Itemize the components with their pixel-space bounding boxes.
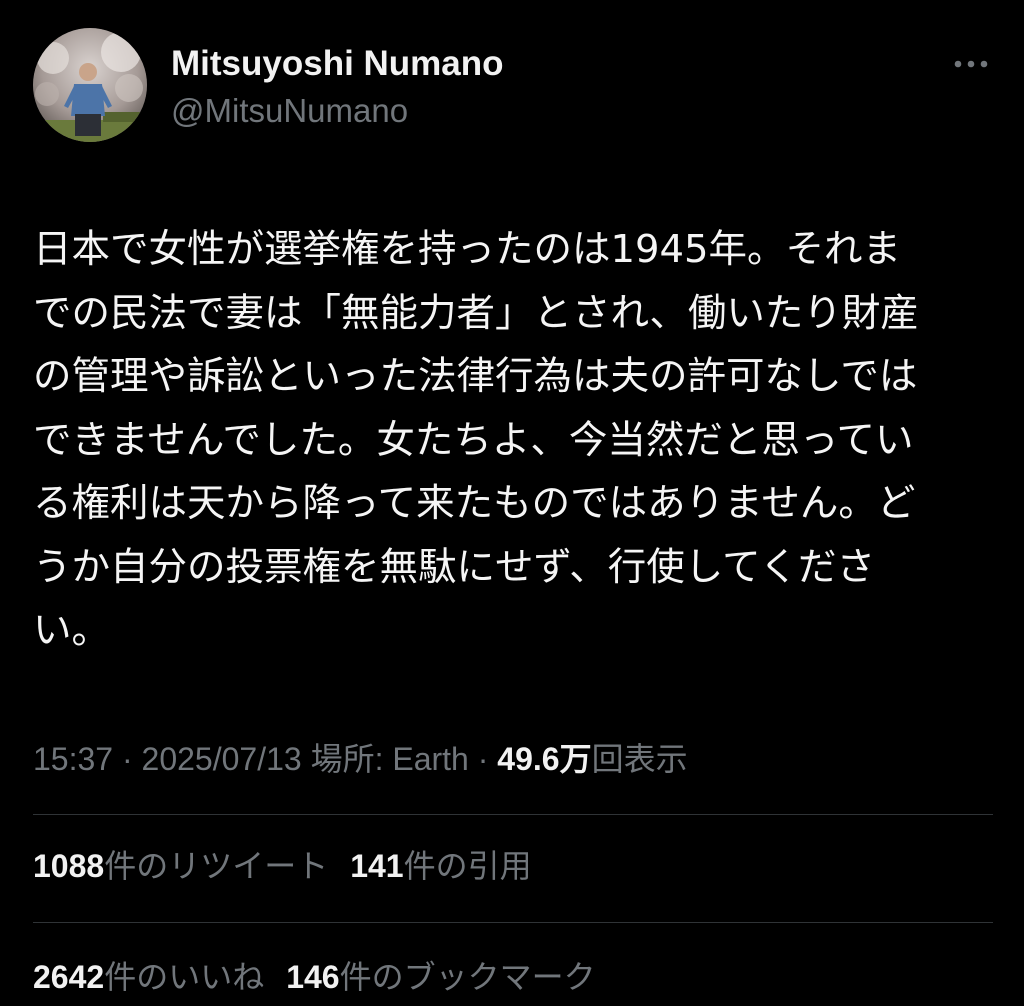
bookmarks-label: 件のブックマーク xyxy=(339,959,596,995)
quotes-count: 141 xyxy=(350,848,404,884)
likes-label: 件のいいね xyxy=(104,959,265,995)
divider xyxy=(33,814,993,815)
author-names: Mitsuyoshi Numano @MitsuNumano xyxy=(171,42,504,136)
avatar[interactable] xyxy=(33,28,147,142)
divider xyxy=(33,922,993,923)
tweet-location: 場所: Earth xyxy=(310,741,469,777)
author-handle[interactable]: @MitsuNumano xyxy=(171,86,504,136)
more-options-button[interactable] xyxy=(949,52,993,76)
bookmarks-stat[interactable]: 146件のブックマーク xyxy=(286,953,595,1001)
likes-count: 2642 xyxy=(33,959,105,995)
bookmarks-count: 146 xyxy=(286,959,340,995)
likes-stat[interactable]: 2642件のいいね xyxy=(33,953,264,1001)
tweet-time[interactable]: 15:37 xyxy=(33,741,113,777)
stats-row-engagement: 2642件のいいね 146件のブックマーク xyxy=(33,953,618,1001)
meta-separator: · xyxy=(468,741,498,777)
meta-separator: · xyxy=(113,741,142,777)
quotes-label: 件の引用 xyxy=(403,848,532,884)
stats-row-shares: 1088件のリツイート 141件の引用 xyxy=(33,842,554,890)
tweet-meta: 15:37 · 2025/07/13 場所: Earth · 49.6万回表示 xyxy=(33,735,688,783)
views-label: 回表示 xyxy=(591,741,688,777)
tweet-text: 日本で女性が選挙権を持ったのは1945年。それま での民法で妻は「無能力者」とさ… xyxy=(33,227,919,653)
more-horizontal-icon xyxy=(954,60,988,68)
retweets-count: 1088 xyxy=(33,848,105,884)
retweets-stat[interactable]: 1088件のリツイート xyxy=(33,842,328,890)
tweet-date[interactable]: 2025/07/13 xyxy=(142,741,302,777)
tweet-header: Mitsuyoshi Numano @MitsuNumano xyxy=(33,28,993,146)
author-display-name[interactable]: Mitsuyoshi Numano xyxy=(171,42,504,86)
retweets-label: 件のリツイート xyxy=(104,848,329,884)
views-count[interactable]: 49.6万 xyxy=(497,741,591,777)
avatar-photo xyxy=(33,28,147,142)
quotes-stat[interactable]: 141件の引用 xyxy=(350,842,531,890)
